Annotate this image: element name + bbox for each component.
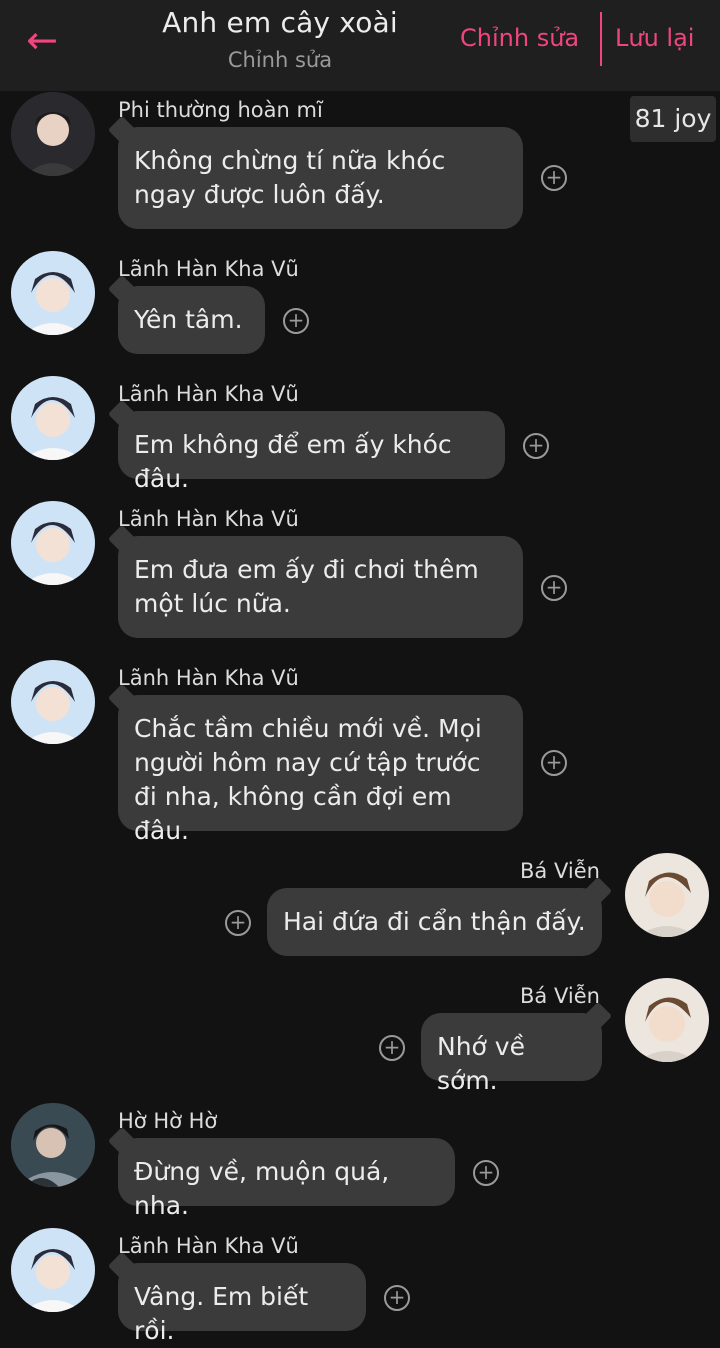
sender-name: Bá Viễn xyxy=(520,984,600,1008)
message-text: Không chừng tí nữa khóc ngay được luôn đ… xyxy=(134,146,446,209)
message-text: Yên tâm. xyxy=(134,305,243,334)
avatar[interactable] xyxy=(11,660,95,744)
message-bubble[interactable]: Em không để em ấy khóc đâu. xyxy=(118,411,505,493)
sender-name: Lãnh Hàn Kha Vũ xyxy=(118,382,299,406)
save-button[interactable]: Lưu lại xyxy=(615,24,694,52)
message-bubble[interactable]: Chắc tầm chiều mới về. Mọi người hôm nay… xyxy=(118,695,523,845)
message-text: Nhớ về sớm. xyxy=(437,1032,525,1095)
plus-circle-icon[interactable]: + xyxy=(379,1035,405,1061)
sender-name: Lãnh Hàn Kha Vũ xyxy=(118,666,299,690)
chat-subtitle: Chỉnh sửa xyxy=(227,48,333,72)
message-bubble[interactable]: Em đưa em ấy đi chơi thêm một lúc nữa. xyxy=(118,536,523,638)
message-text: Hai đứa đi cẩn thận đấy. xyxy=(283,907,586,936)
edit-button[interactable]: Chỉnh sửa xyxy=(460,24,579,52)
avatar[interactable] xyxy=(625,853,709,937)
message-bubble[interactable]: Vâng. Em biết rồi. xyxy=(118,1263,366,1345)
sender-name: Bá Viễn xyxy=(520,859,600,883)
message-text: Chắc tầm chiều mới về. Mọi người hôm nay… xyxy=(134,714,482,845)
message-bubble[interactable]: Yên tâm. xyxy=(118,286,265,354)
joy-badge: 81 joy xyxy=(630,96,716,142)
message-text: Đừng về, muộn quá, nha. xyxy=(134,1157,390,1220)
avatar[interactable] xyxy=(625,978,709,1062)
message-bubble[interactable]: Nhớ về sớm. xyxy=(421,1013,602,1095)
chat-title: Anh em cây xoài xyxy=(162,6,398,39)
message-bubble[interactable]: Hai đứa đi cẩn thận đấy. xyxy=(267,888,602,956)
plus-circle-icon[interactable]: + xyxy=(541,575,567,601)
plus-circle-icon[interactable]: + xyxy=(541,750,567,776)
sender-name: Lãnh Hàn Kha Vũ xyxy=(118,257,299,281)
avatar[interactable] xyxy=(11,501,95,585)
sender-name: Lãnh Hàn Kha Vũ xyxy=(118,507,299,531)
avatar[interactable] xyxy=(11,92,95,176)
sender-name: Lãnh Hàn Kha Vũ xyxy=(118,1234,299,1258)
avatar[interactable] xyxy=(11,1103,95,1187)
plus-circle-icon[interactable]: + xyxy=(523,433,549,459)
header-divider xyxy=(600,12,602,66)
avatar[interactable] xyxy=(11,376,95,460)
message-text: Vâng. Em biết rồi. xyxy=(134,1282,309,1345)
chat-header: ← Anh em cây xoài Chỉnh sửa Chỉnh sửa Lư… xyxy=(0,0,720,91)
plus-circle-icon[interactable]: + xyxy=(473,1160,499,1186)
sender-name: Phi thường hoàn mĩ xyxy=(118,98,323,122)
back-arrow-icon[interactable]: ← xyxy=(22,20,62,60)
sender-name: Hờ Hờ Hờ xyxy=(118,1109,218,1133)
message-text: Em đưa em ấy đi chơi thêm một lúc nữa. xyxy=(134,555,479,618)
message-bubble[interactable]: Đừng về, muộn quá, nha. xyxy=(118,1138,455,1220)
avatar[interactable] xyxy=(11,251,95,335)
avatar[interactable] xyxy=(11,1228,95,1312)
message-bubble[interactable]: Không chừng tí nữa khóc ngay được luôn đ… xyxy=(118,127,523,229)
plus-circle-icon[interactable]: + xyxy=(283,308,309,334)
plus-circle-icon[interactable]: + xyxy=(384,1285,410,1311)
plus-circle-icon[interactable]: + xyxy=(541,165,567,191)
plus-circle-icon[interactable]: + xyxy=(225,910,251,936)
message-text: Em không để em ấy khóc đâu. xyxy=(134,430,452,493)
